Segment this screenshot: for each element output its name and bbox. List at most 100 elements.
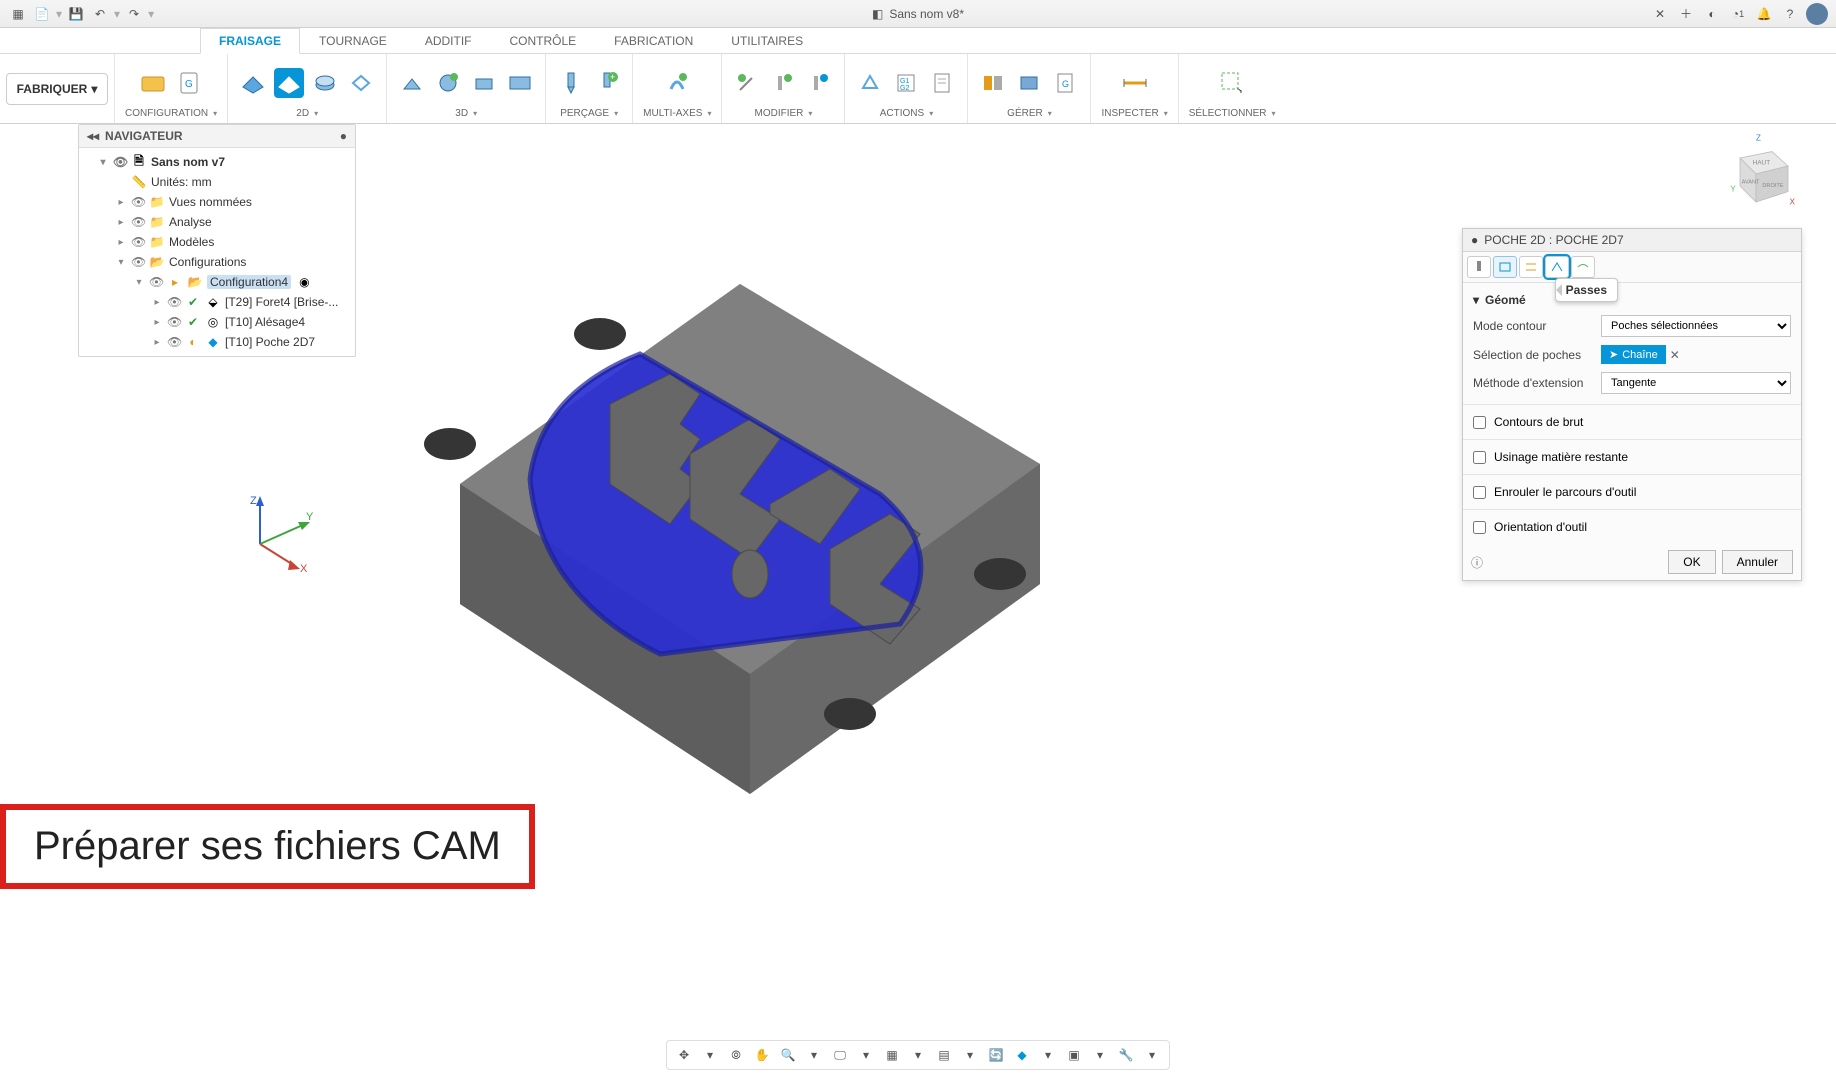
checkbox-stock-contours[interactable]	[1473, 416, 1486, 429]
section-geometry-header[interactable]: ▾ Géomé	[1473, 289, 1791, 311]
group-label-percage[interactable]: PERÇAGE	[560, 108, 618, 119]
tree-op-2[interactable]: ▸👁 ◐ ◆ [T10] Poche 2D7	[79, 332, 355, 352]
check-stock-contours[interactable]: Contours de brut	[1463, 405, 1801, 440]
info-icon[interactable]: ⓘ	[1471, 554, 1483, 571]
grid-icon[interactable]: ▦	[881, 1044, 903, 1066]
modify-op2-icon[interactable]	[768, 68, 798, 98]
checkbox-rest-machining[interactable]	[1473, 451, 1486, 464]
tree-config-active[interactable]: ▾👁 ▸ 📂 Configuration4 ◉	[79, 272, 355, 292]
tool-vis-icon[interactable]: 🔧	[1115, 1044, 1137, 1066]
extensions-icon[interactable]: ◐	[1702, 4, 1722, 24]
modify-op1-icon[interactable]	[732, 68, 762, 98]
select-extension-method[interactable]: Tangente	[1601, 372, 1791, 394]
dialog-tab-passes[interactable]	[1545, 256, 1569, 278]
dialog-tab-linking[interactable]	[1571, 256, 1595, 278]
zoom-icon[interactable]: 🔍	[777, 1044, 799, 1066]
eye-icon[interactable]: 👁	[113, 155, 127, 169]
orbit-icon[interactable]: ✥	[673, 1044, 695, 1066]
sync-icon[interactable]: 🔄	[985, 1044, 1007, 1066]
tab-tournage[interactable]: TOURNAGE	[300, 28, 406, 53]
2d-pocket-icon[interactable]	[310, 68, 340, 98]
display-style-icon[interactable]: 🖵	[829, 1044, 851, 1066]
group-label-configuration[interactable]: CONFIGURATION	[125, 108, 217, 119]
manage-template-icon[interactable]: G	[1050, 68, 1080, 98]
action-setup-sheet-icon[interactable]	[927, 68, 957, 98]
tree-root[interactable]: ▾👁 🗎 Sans nom v7	[79, 152, 355, 172]
dialog-tab-heights[interactable]	[1519, 256, 1543, 278]
tab-fraisage[interactable]: FRAISAGE	[200, 28, 300, 54]
action-generate-icon[interactable]	[855, 68, 885, 98]
tab-utilitaires[interactable]: UTILITAIRES	[712, 28, 822, 53]
new-tab-icon[interactable]: ＋	[1676, 4, 1696, 24]
select-mode-contour[interactable]: Poches sélectionnées	[1601, 315, 1791, 337]
cancel-button[interactable]: Annuler	[1722, 550, 1793, 574]
jobs-icon[interactable]: ◔1	[1728, 4, 1748, 24]
group-label-gerer[interactable]: GÉRER	[1007, 108, 1052, 119]
active-radio-icon[interactable]: ◉	[299, 275, 309, 289]
apps-grid-icon[interactable]: ▦	[8, 4, 28, 24]
notifications-icon[interactable]: 🔔	[1754, 4, 1774, 24]
check-tool-orientation[interactable]: Orientation d'outil	[1463, 510, 1801, 544]
view-cube[interactable]: Z HAUT AVANT DROITE X Y	[1716, 134, 1796, 214]
help-icon[interactable]: ?	[1780, 4, 1800, 24]
tab-controle[interactable]: CONTRÔLE	[490, 28, 595, 53]
select-icon[interactable]	[1217, 68, 1247, 98]
modify-op3-icon[interactable]	[804, 68, 834, 98]
check-wrap-toolpath[interactable]: Enrouler le parcours d'outil	[1463, 475, 1801, 510]
dialog-tab-tool[interactable]	[1467, 256, 1491, 278]
tree-units[interactable]: 📏 Unités: mm	[79, 172, 355, 192]
tree-op-0[interactable]: ▸👁 ✔ ⬙ [T29] Foret4 [Brise-...	[79, 292, 355, 312]
workspace-switcher[interactable]: FABRIQUER▾	[6, 73, 109, 105]
tree-op-1[interactable]: ▸👁 ✔ ◎ [T10] Alésage4	[79, 312, 355, 332]
selection-chip[interactable]: ➤ Chaîne	[1601, 345, 1666, 364]
tab-additif[interactable]: ADDITIF	[406, 28, 491, 53]
checkbox-wrap-toolpath[interactable]	[1473, 486, 1486, 499]
setup-folder-icon[interactable]	[138, 68, 168, 98]
manage-tool-library-icon[interactable]	[978, 68, 1008, 98]
tree-configurations[interactable]: ▾👁📂 Configurations	[79, 252, 355, 272]
3d-op2-icon[interactable]	[433, 68, 463, 98]
viewports-icon[interactable]: ▤	[933, 1044, 955, 1066]
group-label-modifier[interactable]: MODIFIER	[755, 108, 813, 119]
3d-op4-icon[interactable]	[505, 68, 535, 98]
group-label-selectionner[interactable]: SÉLECTIONNER	[1189, 108, 1276, 119]
action-postprocess-icon[interactable]: G1G2	[891, 68, 921, 98]
redo-icon[interactable]: ↷	[124, 4, 144, 24]
toolpath-vis-icon[interactable]: ◆	[1011, 1044, 1033, 1066]
2d-contour-icon[interactable]	[274, 68, 304, 98]
pan-icon[interactable]: ✋	[751, 1044, 773, 1066]
lookat-icon[interactable]: ⦾	[725, 1044, 747, 1066]
3d-op1-icon[interactable]	[397, 68, 427, 98]
2d-face-icon[interactable]	[238, 68, 268, 98]
undo-icon[interactable]: ↶	[90, 4, 110, 24]
2d-slot-icon[interactable]	[346, 68, 376, 98]
pin-icon[interactable]: ●	[340, 129, 347, 143]
tree-named-views[interactable]: ▸👁📁 Vues nommées	[79, 192, 355, 212]
drill-icon[interactable]	[556, 68, 586, 98]
group-label-actions[interactable]: ACTIONS	[880, 108, 933, 119]
ok-button[interactable]: OK	[1668, 550, 1715, 574]
tree-models[interactable]: ▸👁📁 Modèles	[79, 232, 355, 252]
close-tab-icon[interactable]: ✕	[1650, 4, 1670, 24]
manage-machine-icon[interactable]	[1014, 68, 1044, 98]
stock-vis-icon[interactable]: ▣	[1063, 1044, 1085, 1066]
group-label-3d[interactable]: 3D	[455, 108, 477, 119]
3d-op3-icon[interactable]	[469, 68, 499, 98]
user-avatar-icon[interactable]	[1806, 3, 1828, 25]
checkbox-tool-orientation[interactable]	[1473, 521, 1486, 534]
group-label-inspecter[interactable]: INSPECTER	[1101, 108, 1167, 119]
group-label-multiaxes[interactable]: MULTI-AXES	[643, 108, 711, 119]
tree-analysis[interactable]: ▸👁📁 Analyse	[79, 212, 355, 232]
setup-doc-icon[interactable]: G	[174, 68, 204, 98]
inspect-measure-icon[interactable]	[1120, 68, 1150, 98]
multiaxis-icon[interactable]	[662, 68, 692, 98]
new-file-icon[interactable]: 📄	[32, 4, 52, 24]
collapse-left-icon[interactable]: ◂◂	[87, 129, 99, 143]
tab-fabrication[interactable]: FABRICATION	[595, 28, 712, 53]
save-icon[interactable]: 💾	[66, 4, 86, 24]
clear-selection-icon[interactable]: ✕	[1670, 348, 1680, 362]
dialog-tab-geometry[interactable]	[1493, 256, 1517, 278]
group-label-2d[interactable]: 2D	[296, 108, 318, 119]
check-rest-machining[interactable]: Usinage matière restante	[1463, 440, 1801, 475]
drill-plus-icon[interactable]: +	[592, 68, 622, 98]
